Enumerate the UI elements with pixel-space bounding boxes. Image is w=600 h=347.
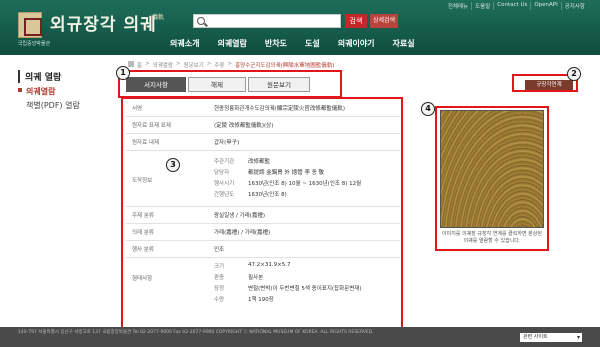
detail-search-button[interactable]: 상세검색 bbox=[370, 14, 398, 28]
site-title[interactable]: 외규장각 의궤 bbox=[50, 10, 157, 35]
search-icon bbox=[197, 17, 205, 25]
callout-badge: 3 bbox=[166, 158, 180, 172]
breadcrumb-item[interactable]: 의궤열람 bbox=[153, 61, 173, 69]
callout-badge: 2 bbox=[567, 67, 581, 81]
sidebar-item-pdf[interactable]: 책별(PDF) 열람 bbox=[26, 100, 80, 111]
site-footer: 140-797 서울특별시 용산구 서빙고로 137 국립중앙박물관 Tel 0… bbox=[0, 327, 600, 347]
breadcrumb-current: 흥양수군지도감의궤(興陽水軍地圖監儀軌) bbox=[235, 63, 335, 69]
site-header: 국립중앙박물관 외규장각 의궤 儀軌 전체메뉴 도움말 Contact Us O… bbox=[0, 0, 600, 55]
breadcrumb-item[interactable]: 주류 bbox=[214, 61, 224, 69]
museum-logo-icon[interactable] bbox=[18, 12, 42, 38]
search-button[interactable]: 검색 bbox=[345, 14, 367, 28]
sidebar-item-browse[interactable]: 의궤열람 bbox=[26, 86, 55, 97]
search-input[interactable] bbox=[208, 16, 338, 26]
annotation-box-tabs bbox=[118, 70, 342, 98]
main-navigation: 의궤소개 의궤열람 반차도 도설 의궤이야기 자료실 bbox=[170, 38, 415, 49]
breadcrumb-item[interactable]: 원문보기 bbox=[184, 61, 204, 69]
nav-item-doseol[interactable]: 도설 bbox=[305, 38, 320, 49]
top-link-openapi[interactable]: OpenAPI bbox=[530, 2, 560, 10]
nav-item-archive[interactable]: 자료실 bbox=[393, 38, 415, 49]
nav-item-browse[interactable]: 의궤열람 bbox=[217, 38, 246, 49]
annotation-box-table bbox=[121, 97, 403, 335]
top-link-contact[interactable]: Contact Us bbox=[493, 2, 530, 10]
annotation-box-image bbox=[435, 106, 549, 251]
breadcrumb-item[interactable]: 홈 bbox=[137, 61, 142, 69]
nav-item-intro[interactable]: 의궤소개 bbox=[170, 38, 199, 49]
callout-badge: 4 bbox=[421, 102, 435, 116]
top-utility-links: 전체메뉴 도움말 Contact Us OpenAPI 공지사항 bbox=[445, 2, 588, 10]
related-sites-select[interactable]: 관련 사이트 bbox=[520, 333, 582, 342]
nav-item-stories[interactable]: 의궤이야기 bbox=[338, 38, 375, 49]
home-icon[interactable] bbox=[128, 61, 134, 67]
site-title-hanja: 儀軌 bbox=[152, 14, 165, 21]
top-link-all-menu[interactable]: 전체메뉴 bbox=[445, 2, 471, 10]
top-link-help[interactable]: 도움말 bbox=[471, 2, 493, 10]
footer-address: 140-797 서울특별시 용산구 서빙고로 137 국립중앙박물관 Tel 0… bbox=[18, 330, 374, 335]
search-box bbox=[193, 14, 341, 28]
top-link-notice[interactable]: 공지사항 bbox=[560, 2, 588, 10]
callout-badge: 1 bbox=[116, 66, 130, 80]
nav-item-banchado[interactable]: 반차도 bbox=[265, 38, 287, 49]
breadcrumb: 홈 > 의궤열람 > 원문보기 > 주류 > 흥양수군지도감의궤(興陽水軍地圖監儀軌) bbox=[128, 61, 334, 69]
sidebar-active-marker bbox=[18, 88, 22, 92]
logo-subtitle: 국립중앙박물관 bbox=[17, 41, 51, 47]
sidebar-title: 의궤 열람 bbox=[18, 70, 61, 83]
